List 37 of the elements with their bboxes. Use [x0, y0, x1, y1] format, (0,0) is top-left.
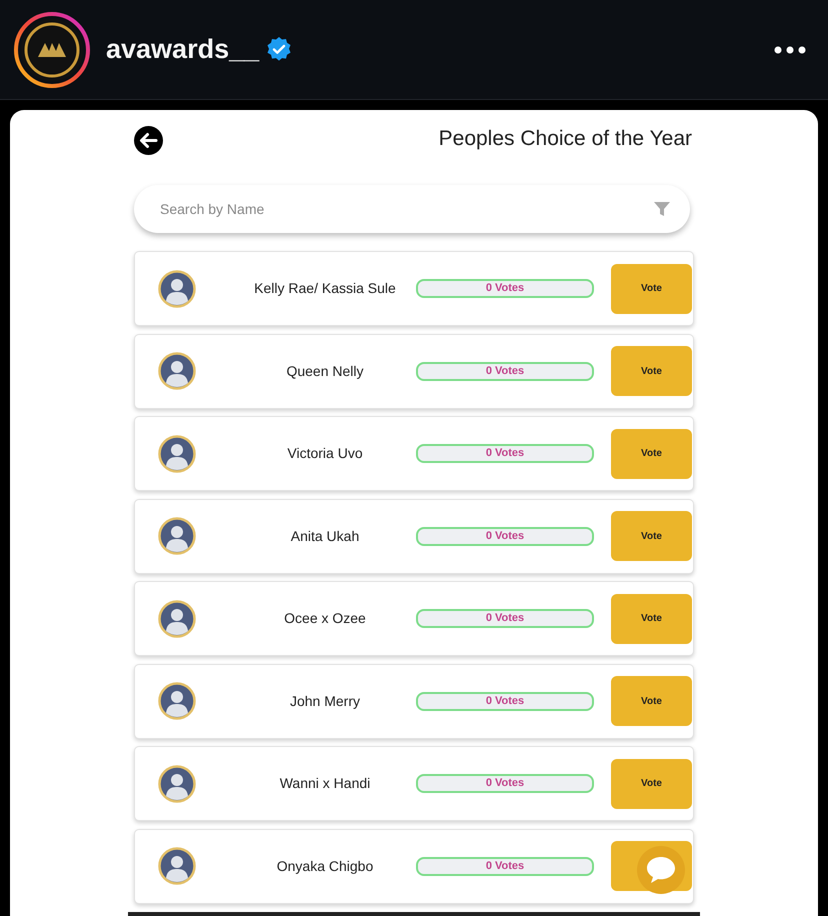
vote-count: 0 Votes — [486, 776, 524, 791]
more-options-icon[interactable] — [774, 46, 806, 54]
page-title: Peoples Choice of the Year — [438, 126, 692, 152]
vote-button[interactable]: Vote — [611, 594, 692, 644]
vote-button[interactable]: Vote — [611, 511, 692, 561]
vote-count: 0 Votes — [486, 858, 524, 874]
avatar-icon — [158, 270, 196, 308]
vote-count: 0 Votes — [486, 446, 524, 461]
nominee-name: Ocee x Ozee — [283, 609, 367, 628]
nominee-name: Queen Nelly — [285, 362, 365, 381]
nominee-name: Wanni x Handi — [278, 774, 372, 793]
vote-button[interactable]: Vote — [611, 264, 692, 314]
nominee-name: Onyaka Chigbo — [276, 856, 374, 876]
nominee-name: Anita Ukah — [290, 526, 360, 546]
avatar-icon — [158, 434, 196, 472]
vote-count: 0 Votes — [486, 281, 524, 296]
avatar-icon — [158, 517, 196, 555]
vote-count: 0 Votes — [486, 528, 524, 544]
vote-count: 0 Votes — [486, 364, 524, 378]
avatar-icon — [158, 600, 196, 638]
avatar-icon — [158, 847, 196, 885]
avatar-icon — [158, 352, 196, 390]
vote-count: 0 Votes — [486, 611, 524, 626]
nominee-name: Victoria Uvo — [286, 444, 364, 463]
avatar-icon — [158, 764, 196, 802]
nominee-name: John Merry — [288, 692, 362, 711]
vote-count: 0 Votes — [486, 694, 524, 708]
nominee-name: Kelly Rae/ Kassia Sule — [253, 279, 397, 298]
vote-button[interactable]: Vote — [611, 676, 692, 726]
profile-avatar-icon[interactable] — [14, 12, 90, 88]
vote-button[interactable]: Vote — [611, 758, 692, 808]
username[interactable]: avawards__ — [106, 29, 260, 70]
avatar-icon — [158, 682, 196, 720]
chat-bubble-icon — [645, 854, 677, 884]
vote-button[interactable]: Vote — [611, 428, 692, 478]
vote-button[interactable]: Vote — [611, 346, 692, 396]
search-field[interactable]: Search by Name — [134, 185, 690, 233]
